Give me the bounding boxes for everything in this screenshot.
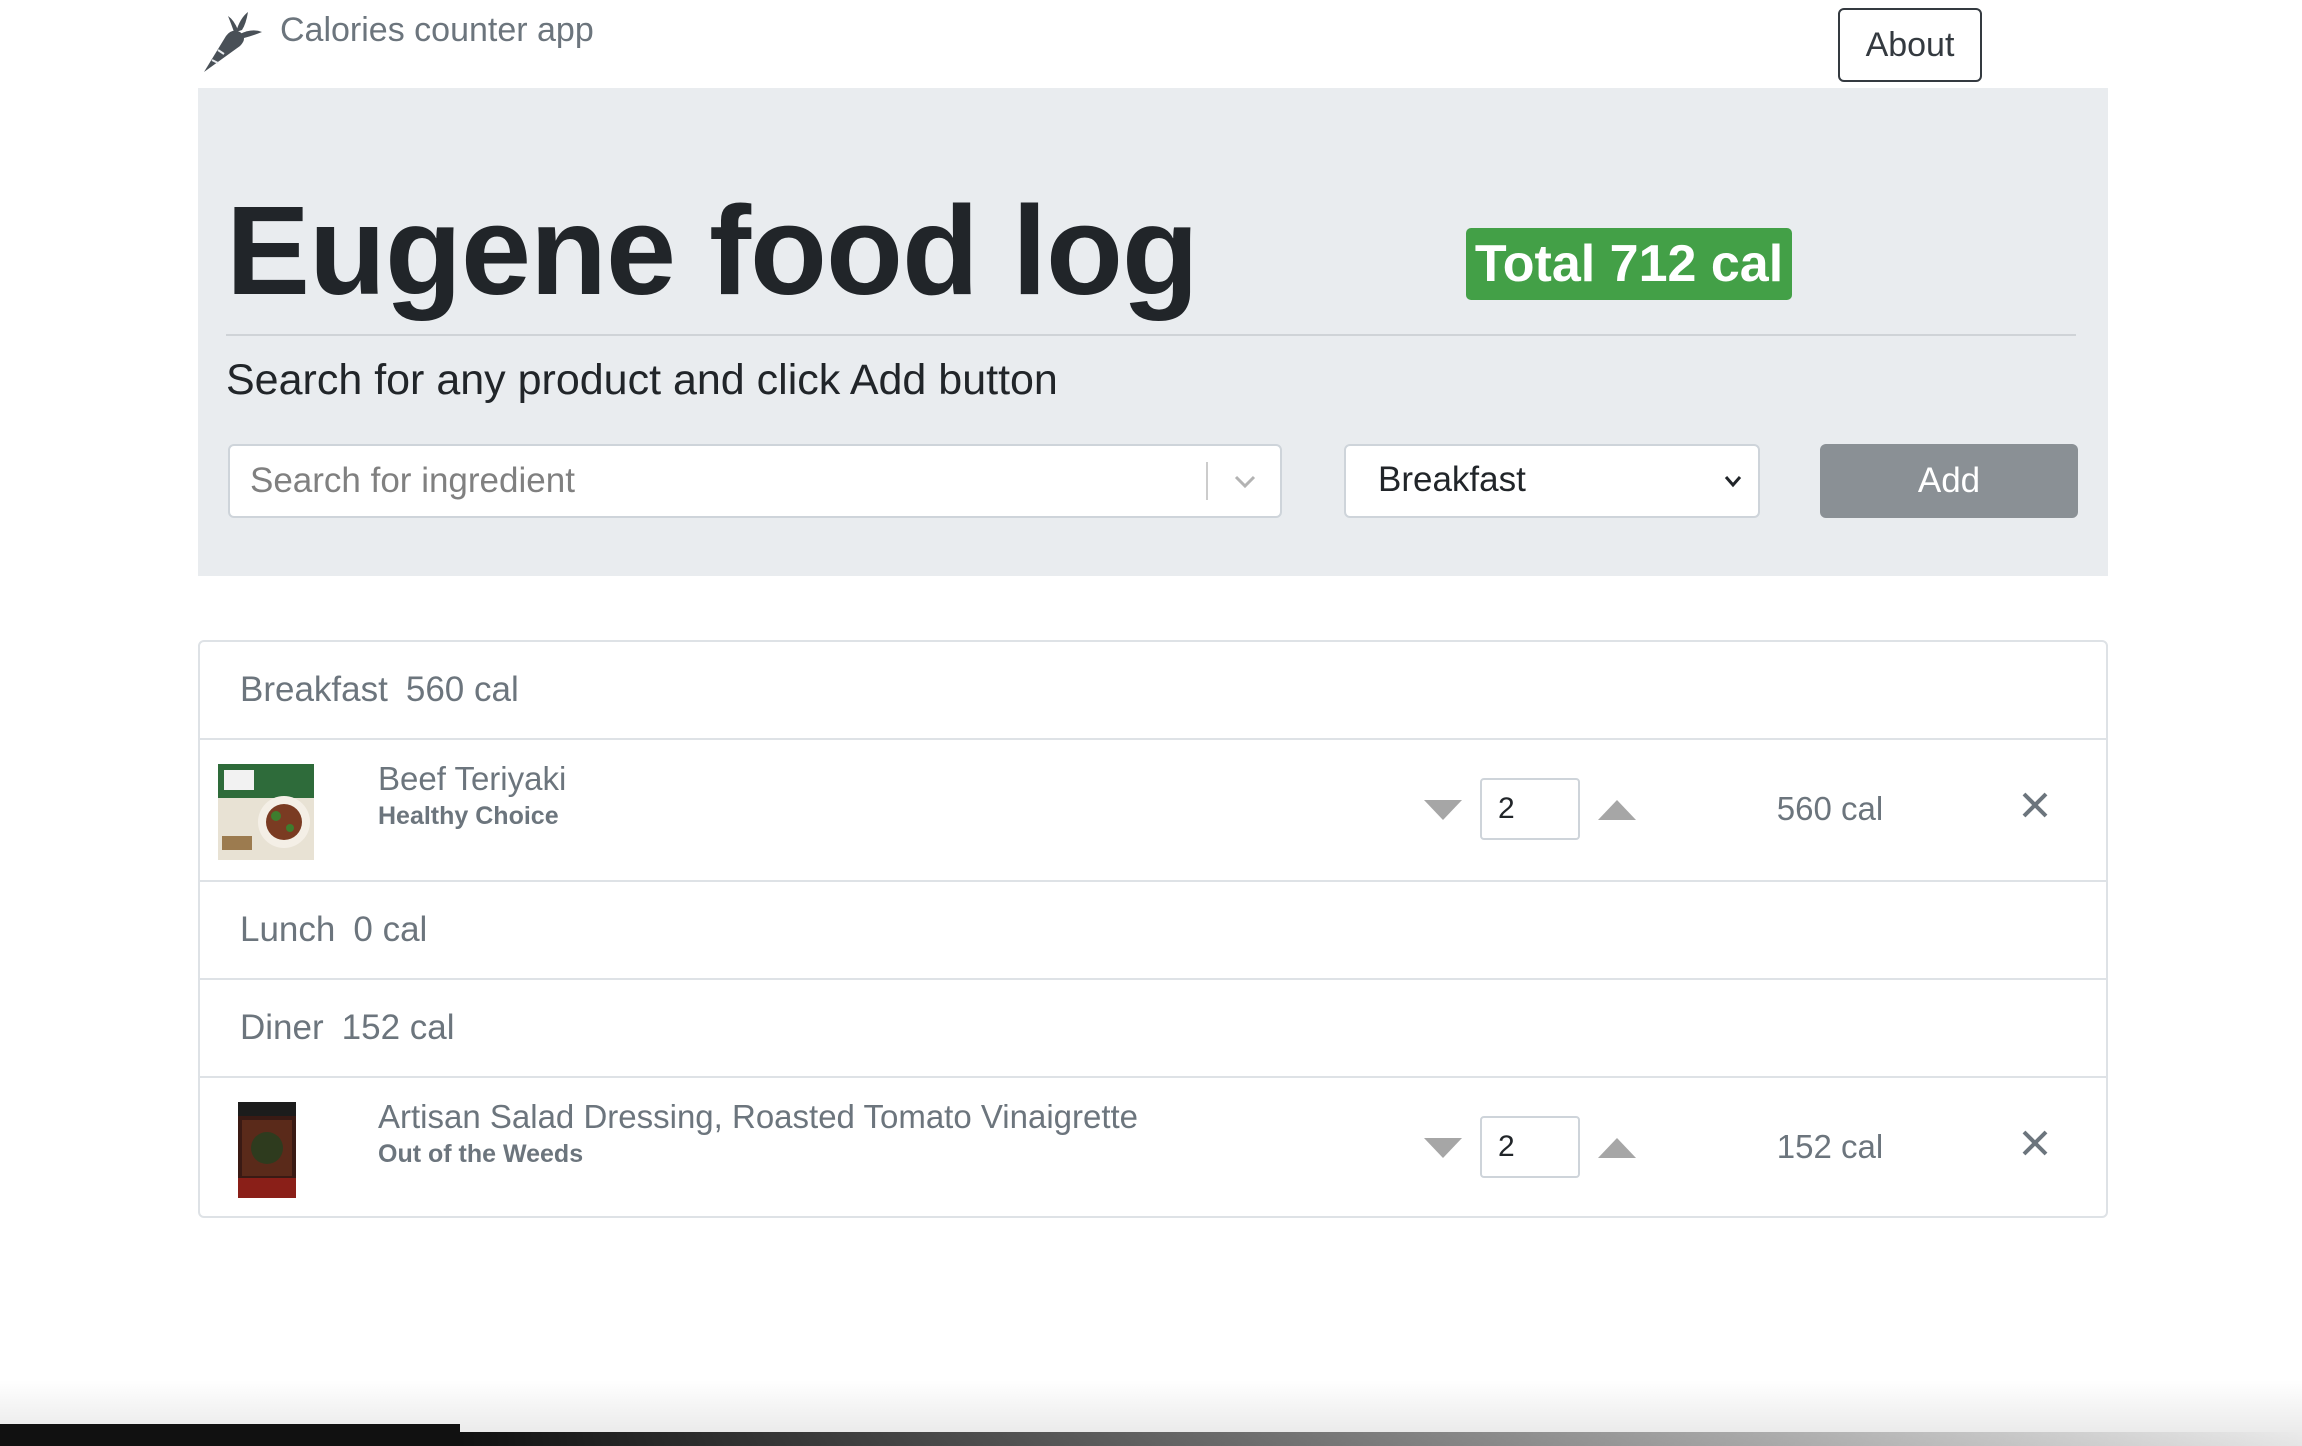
meal-calories: 0 cal (353, 910, 428, 949)
brand-link[interactable]: Calories counter app (196, 6, 594, 74)
add-button[interactable]: Add (1820, 444, 2078, 518)
divider (226, 334, 2076, 336)
product-photo-icon (238, 1102, 296, 1198)
meal-name: Diner (240, 1008, 324, 1047)
window-edge (0, 1424, 460, 1446)
quantity-input[interactable] (1480, 1116, 1580, 1178)
chevron-down-icon (1724, 476, 1742, 488)
carrot-icon (204, 12, 262, 73)
caret-down-icon[interactable] (1424, 798, 1462, 822)
food-item-row: Beef Teriyaki Healthy Choice 560 cal (200, 740, 2106, 882)
food-brand: Healthy Choice (378, 802, 559, 830)
meal-calories: 560 cal (405, 670, 519, 709)
meal-calories: 152 cal (341, 1008, 455, 1047)
food-calories: 152 cal (1776, 1128, 1884, 1165)
meal-header-breakfast: Breakfast 560 cal (200, 642, 2106, 740)
page-title: Eugene food log (226, 180, 1199, 321)
navbar: Calories counter app About (0, 0, 2302, 88)
food-name: Beef Teriyaki (378, 760, 567, 797)
meal-select-value: Breakfast (1378, 460, 1526, 499)
instructions-text: Search for any product and click Add but… (226, 356, 1058, 404)
food-brand: Out of the Weeds (378, 1140, 584, 1168)
brand-name: Calories counter app (280, 10, 594, 49)
product-photo-icon (218, 764, 314, 860)
close-icon[interactable] (2020, 1128, 2050, 1158)
ingredient-search-combobox[interactable] (228, 444, 1282, 518)
caret-up-icon[interactable] (1598, 798, 1636, 822)
meal-select[interactable]: Breakfast (1344, 444, 1760, 518)
meal-name: Lunch (240, 910, 336, 949)
food-item-row: Artisan Salad Dressing, Roasted Tomato V… (200, 1078, 2106, 1216)
header-panel: Eugene food log Total 712 cal Search for… (198, 88, 2108, 576)
meal-header-diner: Diner 152 cal (200, 980, 2106, 1078)
food-log-list: Breakfast 560 cal Beef Teriyaki Healthy C… (198, 640, 2108, 1218)
meal-header-lunch: Lunch 0 cal (200, 882, 2106, 980)
search-input[interactable] (250, 446, 1210, 516)
chevron-down-icon[interactable] (1230, 466, 1260, 496)
caret-up-icon[interactable] (1598, 1136, 1636, 1160)
close-icon[interactable] (2020, 790, 2050, 820)
caret-down-icon[interactable] (1424, 1136, 1462, 1160)
food-name: Artisan Salad Dressing, Roasted Tomato V… (378, 1098, 1139, 1135)
food-calories: 560 cal (1776, 790, 1884, 827)
meal-name: Breakfast (240, 670, 388, 709)
window-edge-fade (460, 1432, 2302, 1446)
quantity-input[interactable] (1480, 778, 1580, 840)
search-separator (1206, 462, 1208, 500)
about-button[interactable]: About (1838, 8, 1982, 82)
total-calories-badge: Total 712 cal (1466, 228, 1792, 300)
